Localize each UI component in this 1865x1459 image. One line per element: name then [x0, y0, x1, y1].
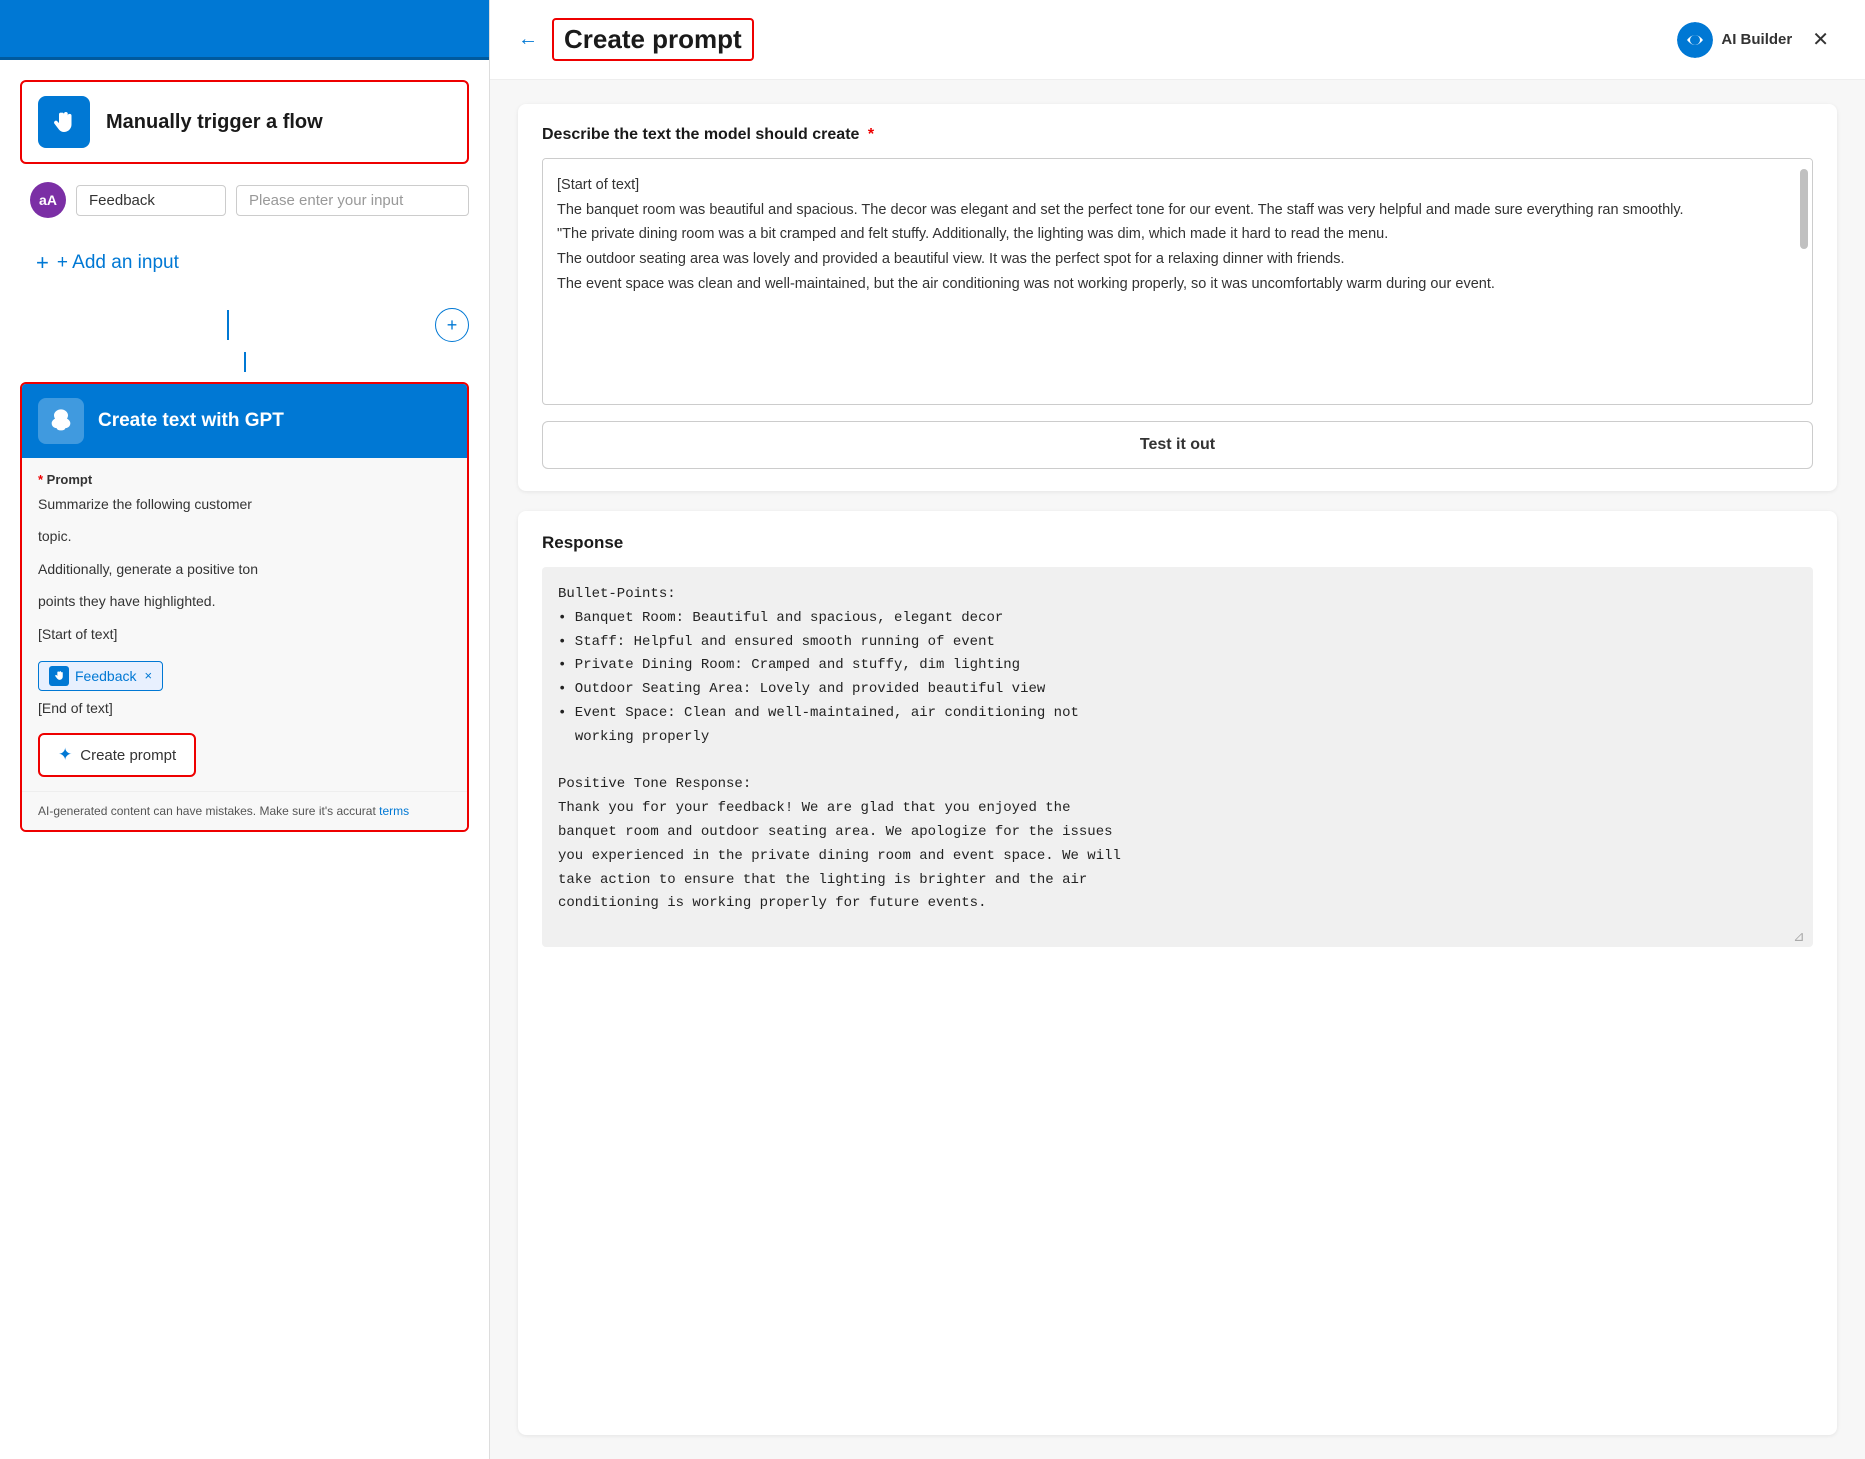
- ai-builder-text: AI Builder: [1721, 31, 1792, 48]
- ai-logo-circle: [1677, 22, 1713, 58]
- feedback-tag-hand-icon: [53, 669, 66, 682]
- gpt-prompt-text-2: topic.: [38, 525, 451, 547]
- trigger-title: Manually trigger a flow: [106, 111, 323, 134]
- ai-disclaimer-text: AI-generated content can have mistakes. …: [38, 804, 376, 818]
- prompt-label-text: Prompt: [47, 472, 93, 487]
- trigger-block[interactable]: Manually trigger a flow: [20, 80, 469, 164]
- create-prompt-button[interactable]: ✦ Create prompt: [38, 733, 196, 777]
- gpt-end-of-text: [End of text]: [38, 697, 451, 719]
- describe-label: Describe the text the model should creat…: [542, 126, 1813, 144]
- right-title: Create prompt: [552, 18, 754, 61]
- describe-textarea[interactable]: [Start of text] The banquet room was bea…: [543, 159, 1812, 399]
- describe-section: Describe the text the model should creat…: [518, 104, 1837, 491]
- create-prompt-label: Create prompt: [80, 747, 176, 764]
- feedback-tag-remove[interactable]: ×: [144, 668, 152, 683]
- connector: +: [20, 308, 469, 342]
- gpt-prompt-text-4: points they have highlighted.: [38, 590, 451, 612]
- gpt-prompt-text-3: Additionally, generate a positive ton: [38, 558, 451, 580]
- right-panel: ← Create prompt AI Builder ✕ Describe th…: [490, 0, 1865, 1459]
- describe-textarea-wrap: [Start of text] The banquet room was bea…: [542, 158, 1813, 405]
- sparkle-icon: ✦: [58, 745, 72, 765]
- right-header-right: AI Builder ✕: [1677, 22, 1837, 58]
- ai-builder-logo: AI Builder: [1677, 22, 1792, 58]
- right-header: ← Create prompt AI Builder ✕: [490, 0, 1865, 80]
- trigger-icon: [38, 96, 90, 148]
- gpt-title: Create text with GPT: [98, 410, 284, 432]
- feedback-input[interactable]: [76, 185, 226, 216]
- ai-disclaimer-link[interactable]: terms: [379, 804, 409, 818]
- gpt-prompt-text-1: Summarize the following customer: [38, 493, 451, 515]
- scrollbar-indicator: [1800, 169, 1808, 249]
- add-input-label: + Add an input: [57, 252, 179, 274]
- hand-icon: [49, 107, 79, 137]
- gpt-header: Create text with GPT: [22, 384, 467, 458]
- feedback-tag-label: Feedback: [75, 668, 136, 684]
- feedback-tag-icon: [49, 666, 69, 686]
- plus-icon: +: [36, 250, 49, 276]
- gpt-prompt-label: * Prompt: [38, 472, 451, 487]
- back-button[interactable]: ←: [518, 28, 538, 51]
- gpt-body: * Prompt Summarize the following custome…: [22, 458, 467, 791]
- test-it-out-button[interactable]: Test it out: [542, 421, 1813, 469]
- add-input-button[interactable]: + + Add an input: [20, 238, 469, 288]
- feedback-placeholder: Please enter your input: [236, 185, 469, 216]
- gpt-start-of-text: [Start of text]: [38, 623, 451, 645]
- describe-label-text: Describe the text the model should creat…: [542, 126, 859, 143]
- left-top-bar: [0, 0, 489, 60]
- feedback-tag[interactable]: Feedback ×: [38, 661, 163, 691]
- right-body: Describe the text the model should creat…: [490, 80, 1865, 1459]
- response-text: Bullet-Points: • Banquet Room: Beautiful…: [542, 567, 1813, 947]
- response-label: Response: [542, 533, 1813, 553]
- gpt-block: Create text with GPT * Prompt Summarize …: [20, 382, 469, 832]
- close-button[interactable]: ✕: [1804, 23, 1837, 56]
- response-section: Response Bullet-Points: • Banquet Room: …: [518, 511, 1837, 1435]
- left-content: Manually trigger a flow aA Please enter …: [0, 60, 489, 1459]
- gpt-icon: [38, 398, 84, 444]
- resize-handle[interactable]: ⊿: [1793, 927, 1807, 941]
- ai-disclaimer: AI-generated content can have mistakes. …: [22, 791, 467, 830]
- brain-icon: [47, 407, 75, 435]
- ai-logo-svg: [1677, 22, 1713, 58]
- feedback-avatar: aA: [30, 182, 66, 218]
- connector-button[interactable]: +: [435, 308, 469, 342]
- required-indicator: *: [863, 126, 874, 143]
- left-panel: Manually trigger a flow aA Please enter …: [0, 0, 490, 1459]
- feedback-row: aA Please enter your input: [20, 182, 469, 218]
